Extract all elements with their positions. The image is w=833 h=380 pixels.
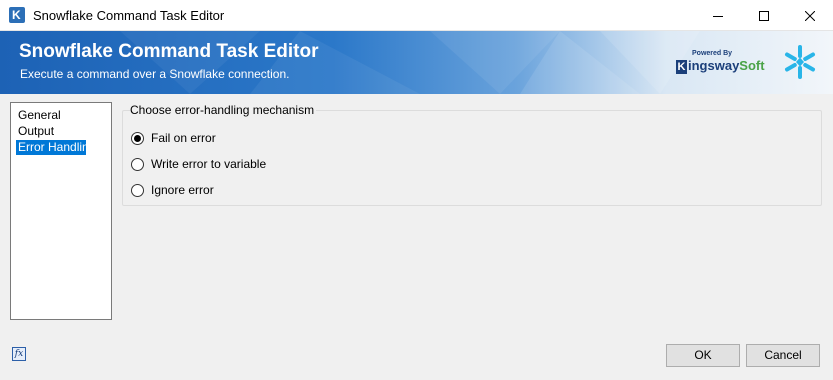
window-title: Snowflake Command Task Editor bbox=[33, 8, 225, 23]
radio-button[interactable] bbox=[131, 157, 144, 171]
radio-button-checked[interactable] bbox=[131, 131, 144, 145]
expression-fx-icon[interactable]: fx bbox=[12, 347, 26, 361]
banner-subtitle: Execute a command over a Snowflake conne… bbox=[20, 67, 290, 81]
title-bar: Snowflake Command Task Editor bbox=[0, 0, 833, 31]
group-legend: Choose error-handling mechanism bbox=[130, 103, 317, 117]
header-banner: Snowflake Command Task Editor Execute a … bbox=[0, 31, 833, 94]
maximize-button[interactable] bbox=[741, 0, 787, 31]
radio-label: Fail on error bbox=[151, 131, 216, 145]
maximize-icon bbox=[759, 10, 769, 21]
page-navigation-list[interactable]: General Output Error Handling bbox=[10, 102, 112, 320]
radio-button[interactable] bbox=[131, 183, 144, 197]
logo-name: KingswaySoft bbox=[676, 58, 765, 74]
snowflake-logo-icon bbox=[785, 45, 815, 79]
nav-item-general[interactable]: General bbox=[16, 108, 63, 123]
logo-powered-text: Powered By bbox=[692, 50, 733, 57]
close-button[interactable] bbox=[787, 0, 833, 31]
radio-label: Ignore error bbox=[151, 183, 214, 197]
logo-name-a: ingsway bbox=[688, 58, 740, 73]
radio-ignore-error[interactable]: Ignore error bbox=[131, 182, 214, 198]
banner-title: Snowflake Command Task Editor bbox=[19, 41, 319, 62]
minimize-button[interactable] bbox=[695, 0, 741, 31]
radio-label: Write error to variable bbox=[151, 157, 267, 171]
radio-write-error-to-variable[interactable]: Write error to variable bbox=[131, 156, 266, 172]
cancel-button[interactable]: Cancel bbox=[746, 344, 820, 367]
close-icon bbox=[805, 10, 815, 21]
nav-item-output[interactable]: Output bbox=[16, 124, 56, 139]
nav-item-error-handling[interactable]: Error Handling bbox=[16, 140, 95, 155]
app-icon bbox=[9, 7, 25, 23]
minimize-icon bbox=[713, 15, 723, 17]
kingswaysoft-logo: Powered By KingswaySoft bbox=[676, 50, 768, 80]
logo-name-b: Soft bbox=[739, 58, 765, 73]
radio-fail-on-error[interactable]: Fail on error bbox=[131, 130, 216, 146]
ok-button[interactable]: OK bbox=[666, 344, 740, 367]
